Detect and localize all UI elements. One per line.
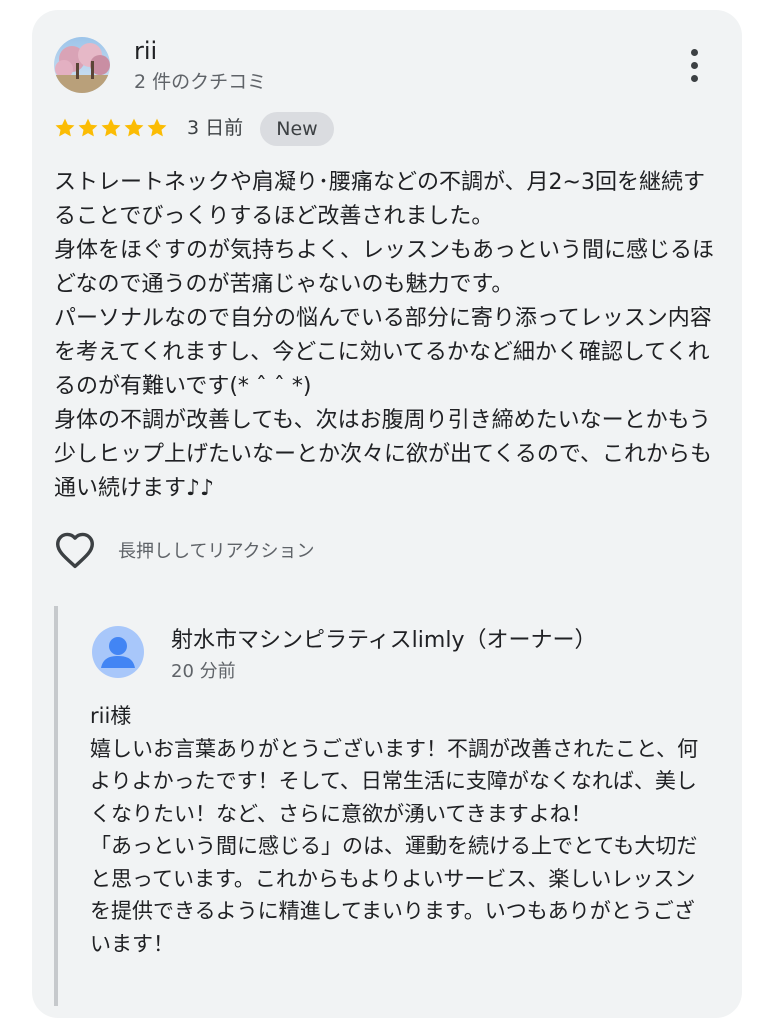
reviewer-name[interactable]: rii bbox=[134, 36, 157, 66]
more-vert-icon-dot bbox=[690, 61, 698, 69]
star-rating bbox=[54, 114, 168, 142]
more-options-button[interactable] bbox=[672, 40, 716, 90]
star-icon bbox=[123, 117, 145, 139]
reaction-button[interactable]: 長押ししてリアクション bbox=[54, 530, 315, 570]
owner-reply: 射水市マシンピラティスlimly（オーナー） 20 分前 rii様 嬉しいお言葉… bbox=[54, 606, 714, 1006]
heart-outline-icon bbox=[56, 532, 95, 569]
owner-reply-text: rii様 嬉しいお言葉ありがとうございます！不調が改善されたこと、何よりよかった… bbox=[90, 704, 699, 956]
more-vert-icon bbox=[690, 48, 698, 56]
reviewer-avatar-image bbox=[54, 37, 110, 93]
owner-reply-date: 20 分前 bbox=[171, 661, 236, 682]
new-badge: New bbox=[260, 112, 334, 146]
person-icon bbox=[101, 637, 135, 668]
review-date: 3 日前 bbox=[187, 117, 244, 139]
more-vert-icon-dot bbox=[690, 74, 698, 82]
star-icon bbox=[54, 117, 76, 139]
reviewer-review-count: 2 件のクチコミ bbox=[134, 71, 267, 93]
reaction-label: 長押ししてリアクション bbox=[118, 541, 315, 562]
star-icon bbox=[100, 117, 122, 139]
owner-name: 射水市マシンピラティスlimly（オーナー） bbox=[171, 628, 597, 653]
owner-avatar[interactable] bbox=[92, 626, 144, 678]
star-icon bbox=[146, 117, 168, 139]
review-text: ストレートネックや肩凝り･腰痛などの不調が、月2~3回を継続することでびっくりす… bbox=[54, 170, 715, 501]
review-card: rii 2 件のクチコミ 3 日前 New ストレートネックや肩凝り･腰痛などの… bbox=[32, 10, 742, 1018]
star-icon bbox=[77, 117, 99, 139]
reviewer-avatar[interactable] bbox=[54, 37, 110, 93]
